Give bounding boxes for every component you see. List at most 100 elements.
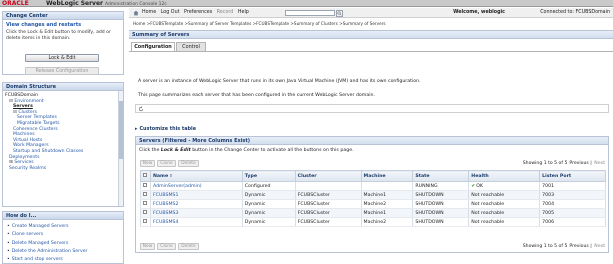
row-checkbox[interactable] xyxy=(143,219,148,224)
cell-name[interactable]: FCUBSMS3 xyxy=(149,208,243,218)
tree-item-label[interactable]: Environment xyxy=(14,99,43,104)
cell-cluster xyxy=(294,181,362,191)
release-configuration-button: Release Configuration xyxy=(25,67,99,75)
cell-state: SHUTDOWN xyxy=(412,208,470,218)
tree-item-label[interactable]: Services xyxy=(14,160,33,165)
page-title: Summary of Servers xyxy=(129,30,613,39)
cell-name[interactable]: AdminServer(admin) xyxy=(149,181,243,191)
name-value[interactable]: FCUBSMS1 xyxy=(153,193,179,198)
tree-item-label[interactable]: FCUBSDomain xyxy=(5,93,38,98)
breadcrumb[interactable]: Home >FCUBSTemplate >Summary of Server T… xyxy=(133,21,386,26)
row-checkbox[interactable] xyxy=(143,210,148,215)
tree-item-label[interactable]: Deployments xyxy=(9,155,40,160)
how-do-i-list: • Create Managed Servers • Clone servers • De… xyxy=(3,220,123,264)
tree-item[interactable]: Security Realms xyxy=(5,166,121,172)
table-actions-top: New Clone Delete Showing 1 to 5 of 5 Prev… xyxy=(136,158,608,168)
cell-machine[interactable]: Machine2 xyxy=(360,217,414,227)
machine-value[interactable]: Machine2 xyxy=(364,220,387,225)
customize-table-link[interactable]: ▸ Customize this table xyxy=(135,126,196,132)
table-row: FCUBSMS4 Dynamic FCUBSCluster Machine2 SHUTD… xyxy=(140,217,606,227)
name-value[interactable]: FCUBSMS3 xyxy=(153,211,179,216)
tree-item-label[interactable]: Work Managers xyxy=(13,143,49,148)
help-link[interactable]: Help xyxy=(238,10,249,15)
tree-scrollbar[interactable] xyxy=(118,91,123,206)
table-note-bold: Lock & Edit xyxy=(160,148,191,153)
tree-item-label[interactable]: Machines xyxy=(13,132,35,137)
name-value[interactable]: AdminServer(admin) xyxy=(153,184,202,189)
home-link[interactable]: Home xyxy=(142,10,156,15)
cell-name[interactable]: FCUBSMS2 xyxy=(149,199,243,209)
table-row: FCUBSMS1 Dynamic FCUBSCluster Machine1 SHUTD… xyxy=(140,190,606,200)
col-name-header[interactable]: Name⇧ xyxy=(149,170,243,182)
row-checkbox[interactable] xyxy=(143,192,148,197)
previous-link-bottom[interactable]: Previous xyxy=(569,244,588,249)
name-value[interactable]: FCUBSMS2 xyxy=(153,202,179,207)
name-value[interactable]: FCUBSMS4 xyxy=(153,220,179,225)
how-do-i-link[interactable]: • Delete Managed Servers xyxy=(7,240,120,248)
how-do-i-label[interactable]: Delete the Administration Server xyxy=(12,249,88,254)
col-name-label[interactable]: Name xyxy=(153,174,168,179)
row-checkbox[interactable] xyxy=(143,183,148,188)
cell-machine[interactable]: Machine1 xyxy=(360,190,414,200)
search-input[interactable] xyxy=(285,10,335,16)
col-cluster-header[interactable]: Cluster xyxy=(294,170,362,182)
col-type-header[interactable]: Type xyxy=(241,170,296,182)
tree-item-label[interactable]: Security Realms xyxy=(9,166,46,171)
how-do-i-link[interactable]: • Start and stop servers xyxy=(7,256,120,264)
how-do-i-label[interactable]: Clone servers xyxy=(12,232,43,237)
how-do-i-link[interactable]: • Clone servers xyxy=(7,231,120,239)
tree-item-label[interactable]: Startup and Shutdown Classes xyxy=(13,149,83,154)
cell-name[interactable]: FCUBSMS4 xyxy=(149,217,243,227)
cluster-value[interactable]: FCUBSCluster xyxy=(298,220,330,225)
cell-cluster[interactable]: FCUBSCluster xyxy=(294,190,362,200)
tree-item-label[interactable]: Coherence Clusters xyxy=(13,127,58,132)
col-state-header[interactable]: State xyxy=(412,170,470,182)
lock-edit-button[interactable]: Lock & Edit xyxy=(25,54,99,62)
home-icon[interactable] xyxy=(133,10,139,16)
machine-value[interactable]: Machine2 xyxy=(364,202,387,207)
cell-machine[interactable]: Machine1 xyxy=(360,208,414,218)
tree-item-label[interactable]: Server Templates xyxy=(17,115,57,120)
change-center-text: Click the Lock & Edit button to modify, … xyxy=(6,30,111,41)
customize-table-label[interactable]: Customize this table xyxy=(139,126,196,132)
bullet-icon: • xyxy=(7,240,10,246)
cell-cluster[interactable]: FCUBSCluster xyxy=(294,199,362,209)
cell-port: 7006 xyxy=(539,217,606,227)
col-port-header[interactable]: Listen Port xyxy=(539,170,606,182)
table-note-prefix: Click the xyxy=(139,148,161,153)
search-icon[interactable] xyxy=(336,9,343,17)
tree-item-label[interactable]: Servers xyxy=(13,104,33,109)
preferences-link[interactable]: Preferences xyxy=(184,10,212,15)
previous-link[interactable]: Previous xyxy=(569,161,588,166)
tree-item-label[interactable]: Virtual Hosts xyxy=(13,138,42,143)
how-do-i-label[interactable]: Create Managed Servers xyxy=(12,224,69,229)
refresh-icon[interactable] xyxy=(138,106,144,112)
top-toolbar: Home Log Out Preferences Record Help Wel… xyxy=(129,8,613,18)
logout-link[interactable]: Log Out xyxy=(161,10,180,15)
cell-type: Dynamic xyxy=(241,199,296,209)
product-name: WebLogic Server xyxy=(46,0,103,7)
how-do-i-label[interactable]: Start and stop servers xyxy=(12,257,63,262)
tree-item-label[interactable]: Migratable Targets xyxy=(17,121,60,126)
select-all-checkbox[interactable] xyxy=(143,173,148,178)
cell-machine[interactable]: Machine2 xyxy=(360,199,414,209)
bullet-icon: • xyxy=(7,232,10,238)
cluster-value[interactable]: FCUBSCluster xyxy=(298,193,330,198)
cell-cluster[interactable]: FCUBSCluster xyxy=(294,217,362,227)
how-do-i-link[interactable]: • Delete the Administration Server xyxy=(7,248,120,256)
how-do-i-link[interactable]: • Create Managed Servers xyxy=(7,223,120,231)
tree-scrollbar-thumb[interactable] xyxy=(119,101,123,159)
cell-cluster[interactable]: FCUBSCluster xyxy=(294,208,362,218)
view-changes-link[interactable]: View changes and restarts xyxy=(3,20,123,28)
pager-top: Showing 1 to 5 of 5 Previous | Next xyxy=(523,160,605,167)
machine-value[interactable]: Machine1 xyxy=(364,211,387,216)
cluster-value[interactable]: FCUBSCluster xyxy=(298,202,330,207)
row-checkbox[interactable] xyxy=(143,201,148,206)
col-machine-header[interactable]: Machine xyxy=(360,170,414,182)
oracle-logo: ORACLE xyxy=(2,0,29,7)
cell-name[interactable]: FCUBSMS1 xyxy=(149,190,243,200)
cluster-value[interactable]: FCUBSCluster xyxy=(298,211,330,216)
how-do-i-label[interactable]: Delete Managed Servers xyxy=(12,241,69,246)
machine-value[interactable]: Machine1 xyxy=(364,193,387,198)
col-health-header[interactable]: Health xyxy=(468,170,541,182)
